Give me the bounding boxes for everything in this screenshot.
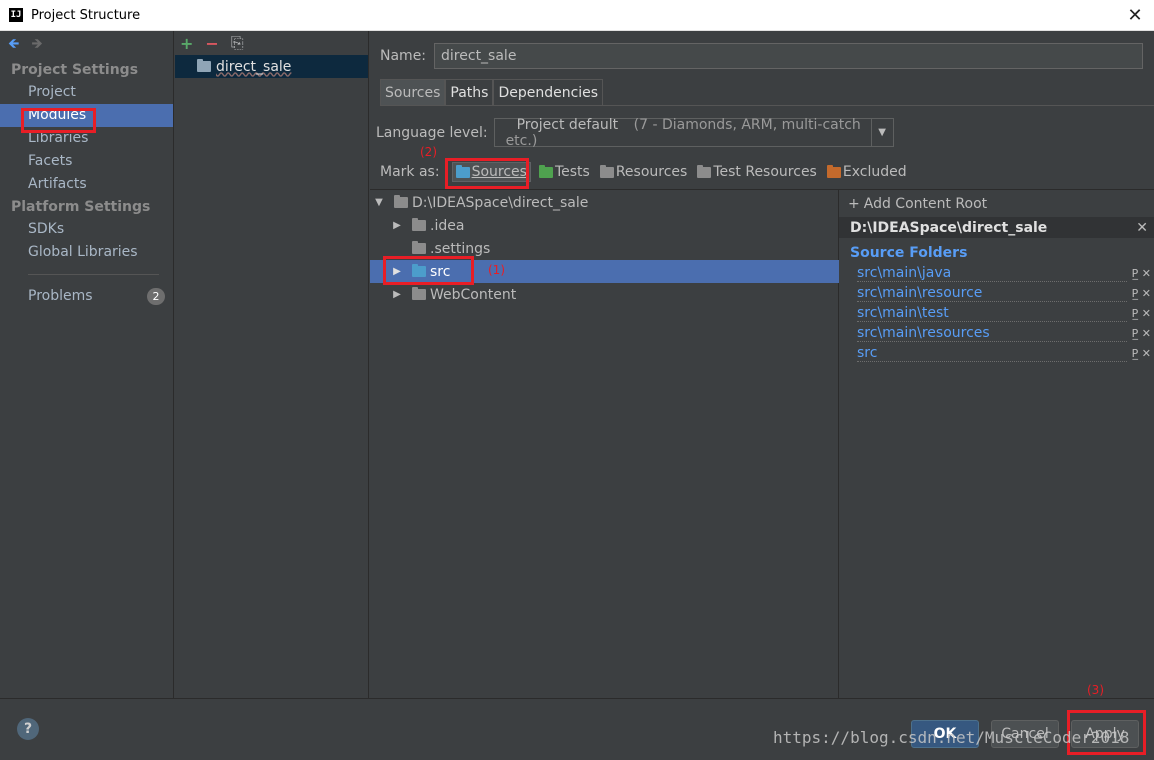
tree-node-idea[interactable]: ▶ .idea	[370, 214, 839, 237]
tab-dependencies[interactable]: Dependencies	[493, 79, 604, 105]
problems-count-badge: 2	[147, 288, 165, 305]
tree-node-webcontent[interactable]: ▶ WebContent	[370, 283, 839, 306]
module-name-input[interactable]: direct_sale	[434, 43, 1144, 69]
folder-icon	[412, 287, 426, 300]
forward-arrow-icon[interactable]: 🡺	[31, 33, 42, 57]
back-arrow-icon[interactable]: 🡸	[8, 33, 19, 57]
source-folder-path: src\main\resources	[857, 325, 1127, 342]
source-folder-path: src\main\java	[857, 265, 1127, 282]
mark-as-label: Mark as:	[380, 164, 440, 180]
tree-root-label: D:\IDEASpace\direct_sale	[412, 194, 589, 211]
content-root-header: D:\IDEASpace\direct_sale ✕	[839, 217, 1154, 238]
folder-icon	[412, 218, 426, 231]
add-module-icon[interactable]: +	[180, 34, 193, 53]
source-folder-item[interactable]: src\main\resources P̲ ✕	[839, 323, 1154, 343]
source-folder-item[interactable]: src P̲ ✕	[839, 343, 1154, 363]
test-resources-folder-icon	[697, 164, 712, 178]
expanded-arrow-icon[interactable]: ▼	[372, 197, 386, 208]
nav-item-sdks[interactable]: SDKs	[0, 218, 173, 241]
step-3-label: (3)	[1087, 683, 1104, 697]
name-label: Name:	[380, 48, 427, 64]
module-item-label: direct_sale	[216, 58, 292, 75]
module-tabs: Sources Paths Dependencies	[380, 79, 604, 105]
nav-item-problems[interactable]: Problems 2	[0, 285, 173, 308]
plus-icon: +	[848, 195, 860, 212]
collapsed-arrow-icon[interactable]: ▶	[390, 220, 404, 231]
source-folder-path: src\main\test	[857, 305, 1127, 322]
watermark-text: https://blog.csdn.net/MuscleCoder2018	[773, 728, 1130, 747]
source-folder-path: src\main\resource	[857, 285, 1127, 302]
content-root-path: D:\IDEASpace\direct_sale	[850, 219, 1048, 236]
highlight-src-node	[383, 256, 474, 285]
chevron-down-icon[interactable]: ▼	[870, 119, 893, 146]
content-root-panel: + Add Content Root D:\IDEASpace\direct_s…	[839, 189, 1154, 698]
copy-module-icon[interactable]: ⎘	[231, 33, 244, 53]
history-nav: 🡸 🡺	[0, 31, 173, 59]
module-list-item[interactable]: direct_sale	[175, 55, 368, 78]
step-1-label: (1)	[488, 263, 505, 277]
mark-tests-button[interactable]: Tests	[537, 164, 592, 180]
nav-item-project[interactable]: Project	[0, 81, 173, 104]
language-level-value: Project default	[516, 116, 619, 133]
resources-folder-icon	[599, 164, 614, 178]
mark-excluded-button[interactable]: Excluded	[825, 164, 909, 180]
language-level-label: Language level:	[376, 124, 488, 141]
problems-label: Problems	[28, 288, 93, 304]
mark-tests-label: Tests	[554, 164, 590, 180]
language-level-row: Language level: Project default (7 - Dia…	[376, 116, 894, 149]
module-folder-icon	[197, 59, 211, 72]
window-title: Project Structure	[31, 7, 141, 23]
source-folder-item[interactable]: src\main\resource P̲ ✕	[839, 283, 1154, 303]
nav-item-artifacts[interactable]: Artifacts	[0, 173, 173, 196]
modules-list-panel: + − ⎘ direct_sale	[175, 31, 369, 698]
tabs-divider	[380, 105, 1154, 106]
tree-node-label: .idea	[430, 217, 465, 234]
mark-test-resources-label: Test Resources	[713, 164, 817, 180]
mark-resources-label: Resources	[615, 164, 688, 180]
remove-module-icon[interactable]: −	[205, 34, 218, 53]
edit-remove-icons[interactable]: P̲ ✕	[1132, 267, 1151, 280]
step-2-label: (2)	[420, 145, 437, 159]
tests-folder-icon	[538, 164, 553, 178]
edit-remove-icons[interactable]: P̲ ✕	[1132, 347, 1151, 360]
name-row: Name: direct_sale	[380, 43, 1144, 69]
source-folders-title: Source Folders	[850, 245, 968, 261]
tab-sources[interactable]: Sources	[380, 79, 446, 105]
language-level-select[interactable]: Project default (7 - Diamonds, ARM, mult…	[493, 116, 894, 149]
mark-resources-button[interactable]: Resources	[598, 164, 690, 180]
highlight-modules	[21, 108, 96, 133]
tab-paths[interactable]: Paths	[445, 79, 494, 105]
edit-remove-icons[interactable]: P̲ ✕	[1132, 327, 1151, 340]
mark-test-resources-button[interactable]: Test Resources	[695, 164, 819, 180]
title-bar: IJ Project Structure ✕	[0, 0, 1154, 31]
nav-divider	[28, 274, 159, 275]
remove-content-root-icon[interactable]: ✕	[1136, 220, 1148, 236]
intellij-app-icon: IJ	[9, 8, 23, 22]
source-folder-item[interactable]: src\main\java P̲ ✕	[839, 263, 1154, 283]
excluded-folder-icon	[826, 164, 841, 178]
nav-item-facets[interactable]: Facets	[0, 150, 173, 173]
modules-toolbar: + − ⎘	[175, 31, 368, 55]
folder-icon	[412, 241, 426, 254]
collapsed-arrow-icon[interactable]: ▶	[390, 289, 404, 300]
mark-excluded-label: Excluded	[842, 164, 907, 180]
help-icon[interactable]: ?	[17, 718, 39, 740]
edit-remove-icons[interactable]: P̲ ✕	[1132, 287, 1151, 300]
source-folder-item[interactable]: src\main\test P̲ ✕	[839, 303, 1154, 323]
tree-node-root[interactable]: ▼ D:\IDEASpace\direct_sale	[370, 191, 839, 214]
tree-node-label: .settings	[430, 240, 491, 257]
add-content-root-button[interactable]: + Add Content Root	[839, 190, 1154, 217]
platform-settings-heading: Platform Settings	[11, 199, 151, 215]
close-window-button[interactable]: ✕	[1124, 4, 1146, 26]
add-content-root-label: Add Content Root	[863, 195, 988, 212]
edit-remove-icons[interactable]: P̲ ✕	[1132, 307, 1151, 320]
highlight-sources-button	[445, 158, 529, 189]
project-settings-heading: Project Settings	[11, 62, 139, 78]
module-detail-panel: Name: direct_sale Sources Paths Dependen…	[370, 31, 1154, 698]
nav-item-global-libraries[interactable]: Global Libraries	[0, 241, 173, 264]
folder-icon	[394, 195, 408, 208]
tree-node-label: WebContent	[430, 286, 517, 303]
source-folder-path: src	[857, 345, 1127, 362]
